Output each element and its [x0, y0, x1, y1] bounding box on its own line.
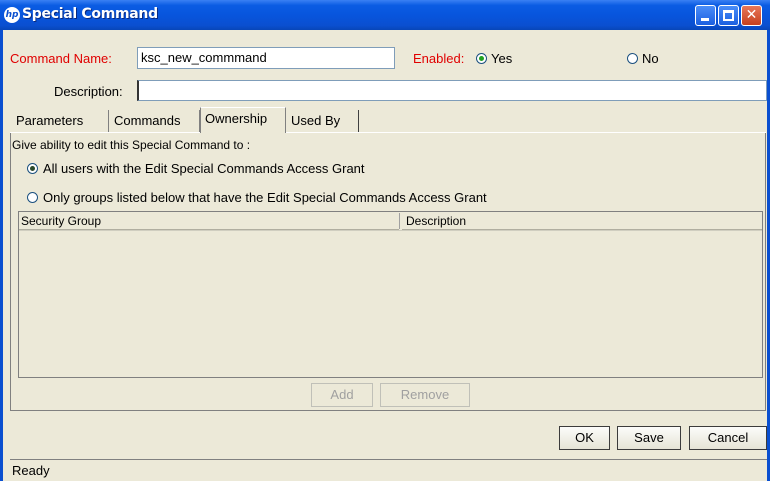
window-title: Special Command	[22, 6, 158, 22]
window-frame-left	[0, 30, 3, 481]
only-groups-radio[interactable]	[27, 192, 38, 203]
close-button[interactable]: ✕	[741, 5, 762, 26]
description-input[interactable]	[137, 80, 767, 101]
ok-button[interactable]: OK	[559, 426, 610, 450]
only-groups-label[interactable]: Only groups listed below that have the E…	[43, 190, 487, 205]
minimize-icon	[701, 18, 709, 21]
tab-used-by[interactable]: Used By	[287, 110, 359, 132]
maximize-icon	[723, 10, 734, 21]
tab-parameters[interactable]: Parameters	[12, 110, 109, 132]
hp-logo-icon: hp	[4, 7, 20, 23]
tab-ownership[interactable]: Ownership	[200, 107, 286, 133]
close-icon: ✕	[745, 7, 758, 23]
remove-button[interactable]: Remove	[380, 383, 470, 407]
enabled-label: Enabled:	[413, 51, 465, 66]
command-name-input[interactable]: ksc_new_commmand	[137, 47, 395, 69]
maximize-button[interactable]	[718, 5, 739, 26]
column-separator[interactable]	[399, 213, 400, 229]
tab-strip-line	[10, 132, 766, 133]
column-header-security-group[interactable]: Security Group	[19, 212, 399, 230]
column-header-description[interactable]: Description	[402, 212, 762, 230]
all-users-radio[interactable]	[27, 163, 38, 174]
add-button[interactable]: Add	[311, 383, 373, 407]
enabled-no-radio[interactable]	[627, 53, 638, 64]
save-button[interactable]: Save	[617, 426, 681, 450]
description-label: Description:	[54, 84, 123, 99]
all-users-label[interactable]: All users with the Edit Special Commands…	[43, 161, 365, 176]
security-group-table[interactable]: Security Group Description	[18, 211, 763, 378]
header-divider	[19, 230, 762, 231]
command-name-label: Command Name:	[10, 51, 112, 66]
enabled-no-label[interactable]: No	[642, 51, 659, 66]
title-bar[interactable]: hp Special Command ✕	[0, 0, 770, 30]
status-bar: Ready	[10, 459, 767, 481]
enabled-yes-label[interactable]: Yes	[491, 51, 512, 66]
tab-commands[interactable]: Commands	[110, 110, 200, 132]
ownership-heading: Give ability to edit this Special Comman…	[12, 138, 251, 152]
cancel-button[interactable]: Cancel	[689, 426, 767, 450]
enabled-yes-radio[interactable]	[476, 53, 487, 64]
minimize-button[interactable]	[695, 5, 716, 26]
